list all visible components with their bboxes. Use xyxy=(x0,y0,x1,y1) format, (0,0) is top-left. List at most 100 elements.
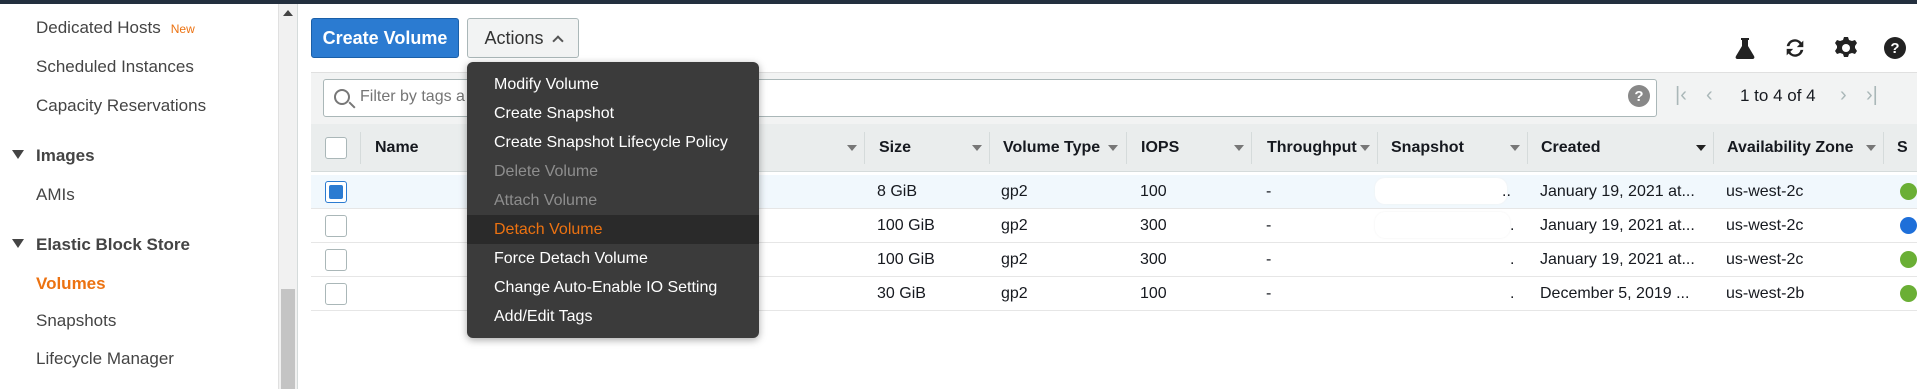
column-divider xyxy=(989,132,990,164)
cell-volume-type: gp2 xyxy=(1001,285,1028,302)
cell-iops: 100 xyxy=(1140,285,1167,302)
collapse-triangle-icon xyxy=(12,150,24,160)
select-all-checkbox[interactable] xyxy=(325,137,347,159)
sort-caret-icon[interactable] xyxy=(847,145,857,151)
menu-item-create-snapshot[interactable]: Create Snapshot xyxy=(467,99,759,128)
menu-item-attach-volume: Attach Volume xyxy=(494,191,598,209)
actions-button[interactable]: Actions xyxy=(467,18,579,58)
cell-availability-zone: us-west-2c xyxy=(1726,251,1804,268)
collapse-triangle-icon xyxy=(12,239,24,249)
status-dot-icon xyxy=(1900,217,1917,234)
actions-menu: Modify Volume Create Snapshot Create Sna… xyxy=(467,62,759,338)
redacted-region xyxy=(1375,212,1510,238)
sidebar-item-amis[interactable]: AMIs xyxy=(36,185,75,205)
row-checkbox[interactable] xyxy=(325,283,347,305)
cell-availability-zone: us-west-2c xyxy=(1726,183,1804,200)
sidebar-item-capacity-reservations[interactable]: Capacity Reservations xyxy=(36,96,206,116)
cell-size: 100 GiB xyxy=(877,217,935,234)
menu-item-add-edit-tags[interactable]: Add/Edit Tags xyxy=(467,302,759,331)
sidebar-item-lifecycle-manager[interactable]: Lifecycle Manager xyxy=(36,349,174,369)
sort-caret-icon[interactable] xyxy=(1234,145,1244,151)
gear-icon[interactable] xyxy=(1834,36,1858,60)
sidebar-item-scheduled-instances[interactable]: Scheduled Instances xyxy=(36,57,194,77)
cell-snapshot: . xyxy=(1510,217,1515,234)
new-badge: New xyxy=(170,22,195,36)
cell-throughput: - xyxy=(1266,217,1272,234)
previous-page-icon[interactable]: ‹ xyxy=(1706,84,1713,107)
cell-iops: 100 xyxy=(1140,183,1167,200)
cell-created: January 19, 2021 at... xyxy=(1540,217,1695,234)
row-checkbox[interactable] xyxy=(325,215,347,237)
column-divider xyxy=(1126,132,1127,164)
sidebar-divider xyxy=(297,4,298,389)
last-page-icon[interactable]: ›| xyxy=(1866,84,1878,107)
column-header-state[interactable]: S xyxy=(1897,124,1908,172)
sort-caret-icon[interactable] xyxy=(1866,145,1876,151)
status-dot-icon xyxy=(1900,251,1917,268)
column-header-name[interactable]: Name xyxy=(375,124,419,172)
status-dot-icon xyxy=(1900,183,1917,200)
column-divider xyxy=(1251,132,1252,164)
flask-icon[interactable] xyxy=(1733,36,1757,60)
menu-item-detach-volume[interactable]: Detach Volume xyxy=(467,215,759,244)
sidebar-item-label: Dedicated Hosts xyxy=(36,18,161,37)
menu-item-force-detach-volume[interactable]: Force Detach Volume xyxy=(467,244,759,273)
menu-item-modify-volume[interactable]: Modify Volume xyxy=(467,70,759,99)
sidebar: Dedicated Hosts New Scheduled Instances C… xyxy=(0,4,278,389)
first-page-icon[interactable]: |‹ xyxy=(1675,84,1687,107)
cell-created: January 19, 2021 at... xyxy=(1540,251,1695,268)
cell-iops: 300 xyxy=(1140,251,1167,268)
column-divider xyxy=(1883,132,1884,164)
column-header-created[interactable]: Created xyxy=(1541,124,1601,172)
cell-throughput: - xyxy=(1266,183,1272,200)
row-checkbox[interactable] xyxy=(325,181,347,203)
scrollbar-thumb[interactable] xyxy=(281,289,295,389)
column-divider xyxy=(1527,132,1528,164)
menu-item-create-snapshot-lifecycle-policy[interactable]: Create Snapshot Lifecycle Policy xyxy=(467,128,759,157)
column-divider xyxy=(360,132,361,164)
sidebar-item-dedicated-hosts[interactable]: Dedicated Hosts New xyxy=(36,18,195,38)
sort-caret-icon[interactable] xyxy=(972,145,982,151)
sidebar-section-ebs[interactable]: Elastic Block Store xyxy=(12,235,190,255)
sort-caret-icon[interactable] xyxy=(1108,145,1118,151)
status-dot-icon xyxy=(1900,285,1917,302)
cell-availability-zone: us-west-2c xyxy=(1726,217,1804,234)
column-header-snapshot[interactable]: Snapshot xyxy=(1391,124,1464,172)
sidebar-scrollbar[interactable] xyxy=(278,4,297,389)
cell-size: 100 GiB xyxy=(877,251,935,268)
column-divider xyxy=(864,132,865,164)
sidebar-item-snapshots[interactable]: Snapshots xyxy=(36,311,116,331)
sidebar-section-images[interactable]: Images xyxy=(12,146,95,166)
cell-throughput: - xyxy=(1266,285,1272,302)
column-header-volume-type[interactable]: Volume Type xyxy=(1003,124,1100,172)
sort-caret-icon[interactable] xyxy=(1510,145,1520,151)
column-header-size[interactable]: Size xyxy=(879,124,911,172)
refresh-icon[interactable] xyxy=(1783,36,1807,60)
filter-help-icon[interactable]: ? xyxy=(1628,85,1650,107)
column-header-iops[interactable]: IOPS xyxy=(1141,124,1179,172)
section-label: Elastic Block Store xyxy=(36,235,191,254)
cell-volume-type: gp2 xyxy=(1001,251,1028,268)
scroll-up-arrow-icon[interactable] xyxy=(283,10,293,16)
pagination-text: 1 to 4 of 4 xyxy=(1740,86,1816,105)
column-header-availability-zone[interactable]: Availability Zone xyxy=(1727,124,1854,172)
menu-item-change-auto-enable-io[interactable]: Change Auto-Enable IO Setting xyxy=(467,273,759,302)
sidebar-item-volumes[interactable]: Volumes xyxy=(36,274,106,294)
svg-text:?: ? xyxy=(1890,40,1899,57)
section-label: Images xyxy=(36,146,95,165)
column-header-throughput[interactable]: Throughput xyxy=(1267,124,1357,172)
cell-snapshot: . xyxy=(1510,285,1515,302)
column-divider xyxy=(1377,132,1378,164)
row-checkbox[interactable] xyxy=(325,249,347,271)
redacted-region xyxy=(1375,178,1507,204)
sort-descending-icon[interactable] xyxy=(1696,145,1706,151)
cell-throughput: - xyxy=(1266,251,1272,268)
create-volume-button[interactable]: Create Volume xyxy=(311,18,459,58)
actions-label: Actions xyxy=(484,27,544,48)
cell-volume-type: gp2 xyxy=(1001,183,1028,200)
cell-volume-type: gp2 xyxy=(1001,217,1028,234)
sort-caret-icon[interactable] xyxy=(1360,145,1370,151)
help-icon[interactable]: ? xyxy=(1883,36,1907,60)
cell-availability-zone: us-west-2b xyxy=(1726,285,1805,302)
next-page-icon[interactable]: › xyxy=(1840,84,1847,107)
